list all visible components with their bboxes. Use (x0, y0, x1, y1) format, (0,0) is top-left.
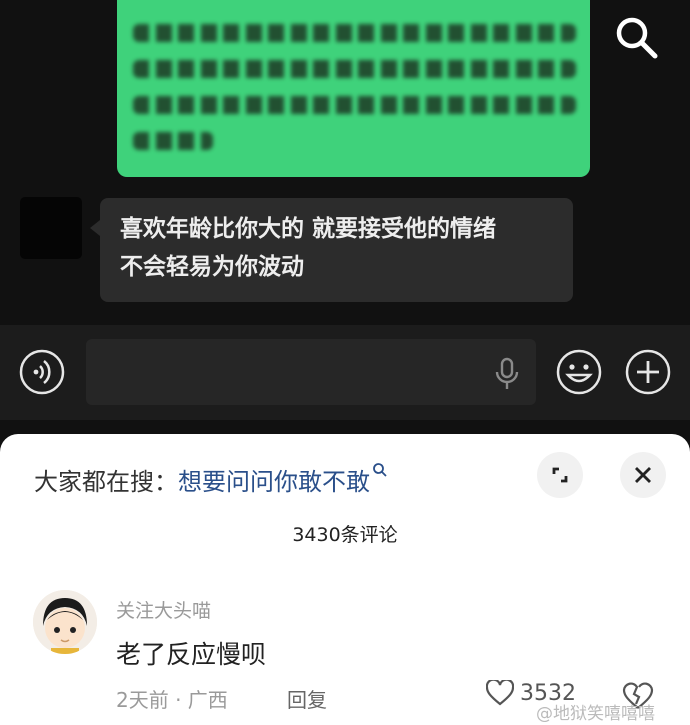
expand-button[interactable] (537, 452, 583, 498)
comment-text: 老了反应慢呗 (116, 640, 267, 669)
search-icon[interactable] (609, 10, 665, 66)
input-bar (0, 325, 690, 420)
message-bubble[interactable]: 喜欢年龄比你大的 就要接受他的情绪 不会轻易为你波动 (90, 198, 573, 302)
heart-icon (486, 680, 514, 706)
blurred-text (133, 14, 576, 163)
plus-icon[interactable] (625, 349, 671, 395)
message-line-1: 喜欢年龄比你大的 就要接受他的情绪 (120, 216, 497, 242)
chat-area: 喜欢年龄比你大的 就要接受他的情绪 不会轻易为你波动 (0, 0, 690, 325)
close-icon (635, 467, 651, 483)
small-search-icon (373, 463, 387, 477)
expand-icon (552, 467, 568, 483)
message-line-2: 不会轻易为你波动 (120, 254, 304, 280)
comment-meta: 2天前 · 广西 (116, 688, 228, 712)
emoji-icon[interactable] (556, 349, 602, 395)
commenter-avatar[interactable] (33, 590, 97, 654)
commenter-name[interactable]: 关注大头喵 (116, 596, 211, 623)
reply-button[interactable]: 回复 (287, 684, 327, 713)
blurred-message-bubble (117, 0, 590, 177)
close-button[interactable] (620, 452, 666, 498)
search-suggestion[interactable]: 大家都在搜：想要问问你敢不敢 (34, 462, 388, 497)
search-prefix: 大家都在搜： (34, 468, 178, 496)
comments-sheet: 大家都在搜：想要问问你敢不敢 3430条评论 关注大头喵 老了反应慢呗 2天前 … (0, 434, 690, 725)
comment-count: 3430条评论 (292, 524, 398, 546)
search-term[interactable]: 想要问问你敢不敢 (178, 468, 370, 496)
microphone-icon[interactable] (494, 357, 520, 391)
message-input[interactable] (86, 339, 536, 405)
avatar[interactable] (20, 197, 82, 259)
watermark: @地狱笑嘻嘻嘻 (536, 704, 655, 724)
voice-icon[interactable] (19, 349, 65, 395)
